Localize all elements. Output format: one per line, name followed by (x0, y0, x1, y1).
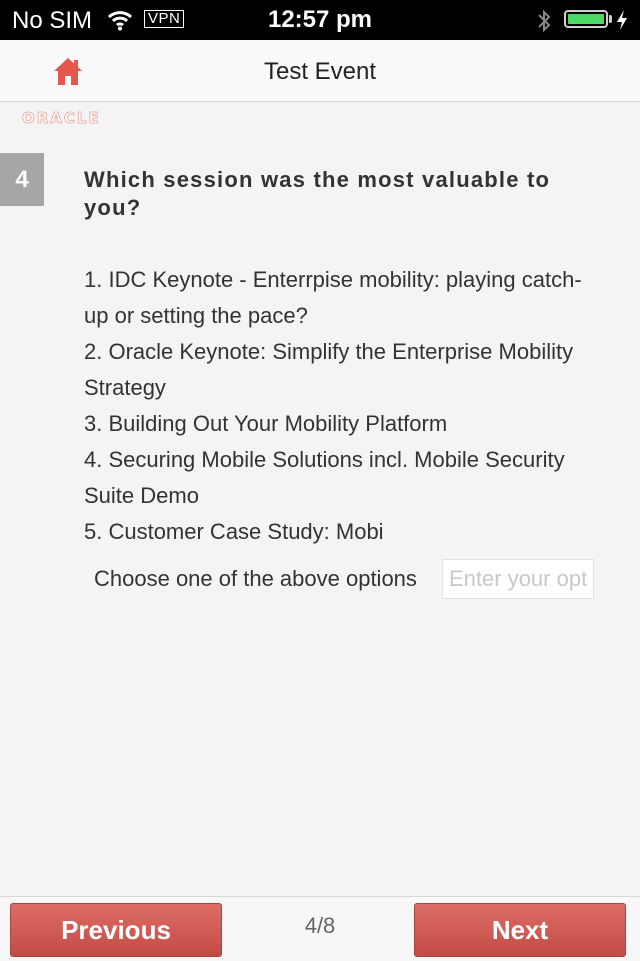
next-button[interactable]: Next (414, 903, 626, 957)
option-input[interactable] (442, 559, 594, 599)
battery-level (568, 14, 604, 24)
question-number-badge: 4 (0, 153, 44, 206)
choose-option-label: Choose one of the above options (94, 566, 417, 591)
option-item: 1. IDC Keynote - Enterrpise mobility: pl… (84, 267, 582, 328)
option-item: 5. Customer Case Study: Mobi (84, 519, 384, 544)
status-bar: No SIM VPN 12:57 pm (0, 0, 640, 40)
option-item: 2. Oracle Keynote: Simplify the Enterpri… (84, 339, 574, 400)
battery-icon (564, 10, 608, 28)
oracle-logo: ORACLE (22, 109, 101, 128)
nav-bar: Test Event (0, 40, 640, 102)
battery-nub (609, 15, 612, 23)
charging-icon (617, 10, 627, 30)
option-item: 4. Securing Mobile Solutions incl. Mobil… (84, 447, 565, 508)
page-title: Test Event (263, 58, 377, 85)
bluetooth-icon (538, 9, 551, 33)
question-text: Which session was the most valuable to y… (84, 167, 551, 220)
options-list: 1. IDC Keynote - Enterrpise mobility: pl… (84, 262, 604, 550)
option-item: 3. Building Out Your Mobility Platform (84, 411, 448, 436)
bottom-bar: Previous 4/8 Next (0, 896, 640, 961)
